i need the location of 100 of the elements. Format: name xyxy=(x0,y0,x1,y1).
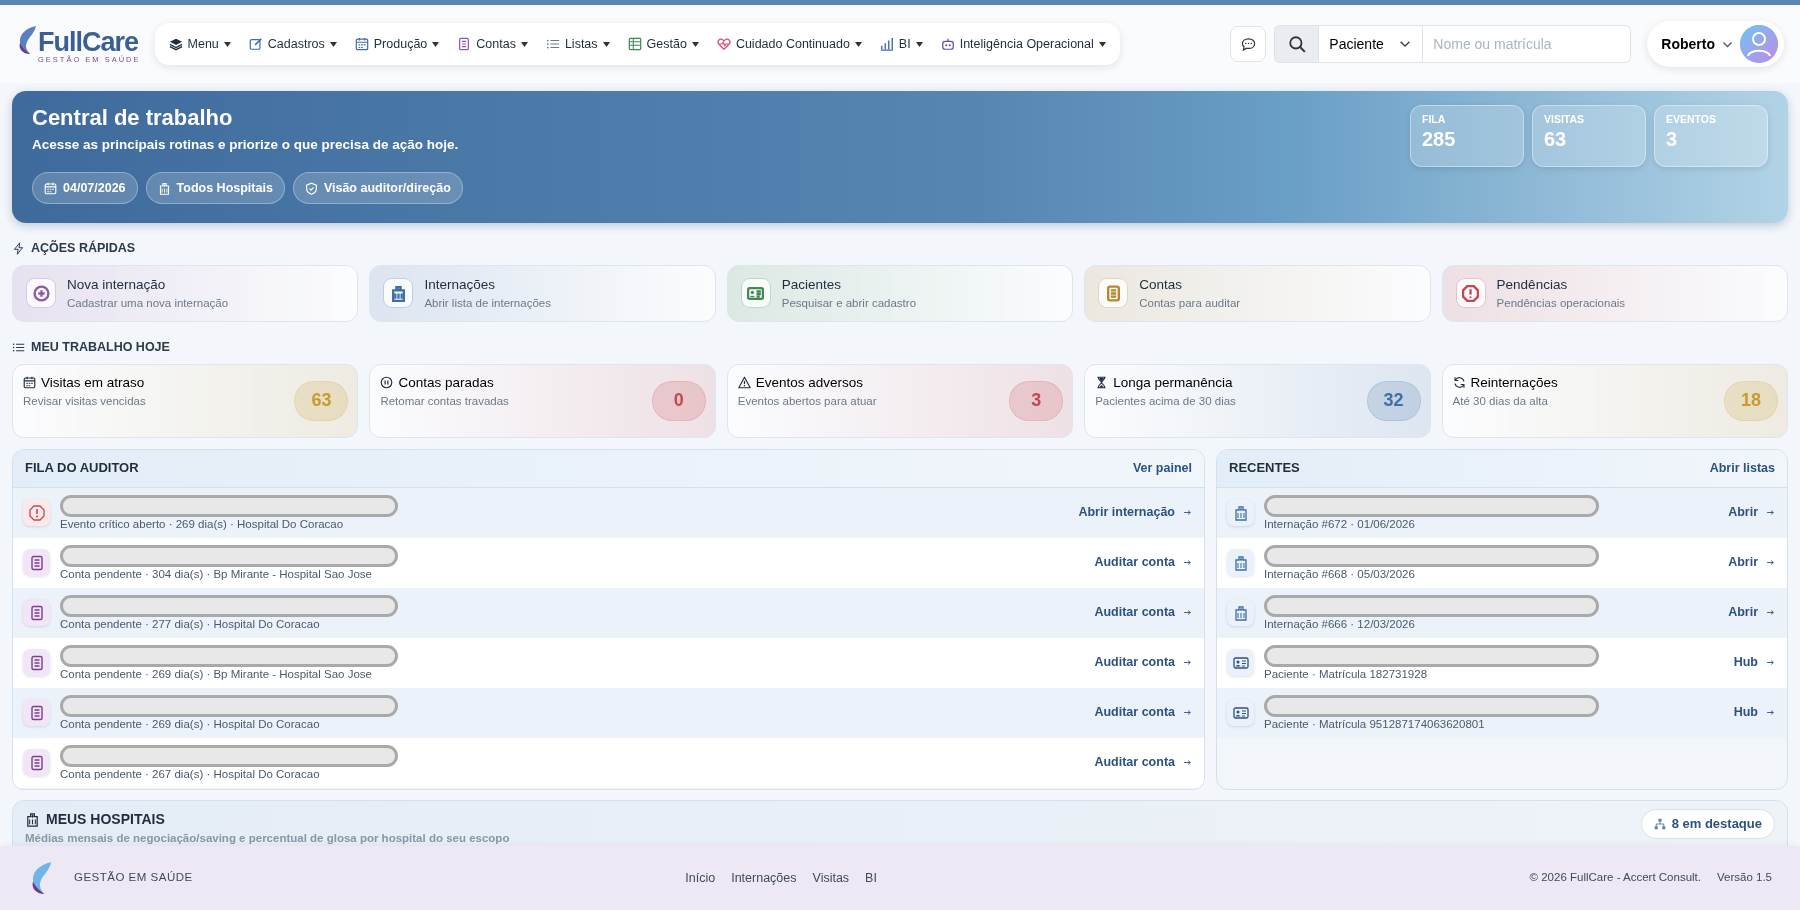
chat-button[interactable] xyxy=(1230,26,1267,62)
row-action-link[interactable]: Abrir xyxy=(1728,553,1775,572)
search-button[interactable] xyxy=(1274,25,1319,63)
list-row[interactable]: Conta pendente · 269 dia(s) · Bp Mirante - Hospital Sao Jose Auditar conta xyxy=(13,637,1204,688)
hourglass-icon xyxy=(1095,376,1109,390)
work-title: Eventos adversos xyxy=(755,373,864,392)
count-badge: 32 xyxy=(1367,381,1420,420)
search-field[interactable]: Nome ou matrícula xyxy=(1423,25,1632,63)
panel-link[interactable]: Ver painel xyxy=(1132,458,1192,478)
arrow-right-icon xyxy=(1183,658,1192,667)
row-subtitle: Evento crítico aberto · 269 dia(s) · Hospital Do Coracao xyxy=(60,517,345,531)
row-action-link[interactable]: Abrir internação xyxy=(1078,503,1192,522)
count-badge: 3 xyxy=(1010,381,1063,420)
panel-title: FILA DO AUDITOR xyxy=(25,459,139,478)
caret-icon xyxy=(915,41,923,47)
row-action-link[interactable]: Abrir xyxy=(1728,603,1775,622)
spreadsheet-icon xyxy=(627,37,642,51)
search-scope-select[interactable]: Paciente xyxy=(1318,25,1424,63)
arrow-right-icon xyxy=(1183,558,1192,567)
chat-icon xyxy=(1240,36,1256,52)
list-row[interactable]: Paciente · Matrícula 951287174063620801 Hub xyxy=(1217,687,1787,738)
calendar-icon xyxy=(23,376,36,390)
quick-action-card[interactable]: Pendências Pendências operacionais xyxy=(1441,264,1788,322)
filter-chip[interactable]: Todos Hospitais xyxy=(145,171,285,205)
calendar-icon xyxy=(354,37,369,51)
shield-check-icon xyxy=(304,181,318,195)
row-subtitle: Conta pendente · 267 dia(s) · Hospital Do Coracao xyxy=(60,767,321,781)
row-action-link[interactable]: Abrir xyxy=(1728,503,1775,522)
footer-link[interactable]: Início xyxy=(685,868,716,888)
id-card-icon xyxy=(1232,654,1249,671)
list-icon xyxy=(12,340,25,354)
work-subtitle: Revisar visitas vencidas xyxy=(23,393,146,409)
list-row[interactable]: Paciente · Matrícula 182731928 Hub xyxy=(1217,637,1787,688)
menu-item[interactable]: Cuidado Continuado xyxy=(716,30,862,58)
row-action-link[interactable]: Auditar conta xyxy=(1094,603,1192,622)
quick-action-card[interactable]: Contas Contas para auditar xyxy=(1084,264,1431,322)
quick-action-card[interactable]: Internações Abrir lista de internações xyxy=(369,264,716,322)
arrow-right-icon xyxy=(1183,608,1192,617)
document-icon xyxy=(28,604,45,621)
row-action-link[interactable]: Auditar conta xyxy=(1094,753,1192,772)
menu-item[interactable]: Gestão xyxy=(627,30,699,58)
row-action-link[interactable]: Hub xyxy=(1733,653,1775,672)
menu-item[interactable]: Listas xyxy=(545,30,610,58)
work-card[interactable]: Visitas em atraso Revisar visitas vencidas 63 xyxy=(12,363,359,438)
list-row[interactable]: Internação #666 · 12/03/2026 Abrir xyxy=(1217,587,1787,638)
row-action-link[interactable]: Auditar conta xyxy=(1094,653,1192,672)
alert-octagon-icon xyxy=(28,504,45,521)
row-action-link[interactable]: Hub xyxy=(1733,703,1775,722)
robot-icon xyxy=(940,37,955,51)
stat-label: FILA xyxy=(1422,112,1447,127)
logo[interactable]: FullCare xyxy=(16,24,141,56)
page-title: Central de trabalho xyxy=(32,105,234,132)
highlight-badge[interactable]: 8 em destaque xyxy=(1640,808,1775,839)
caret-icon xyxy=(329,41,337,47)
arrow-right-icon xyxy=(1766,508,1775,517)
row-subtitle: Conta pendente · 269 dia(s) · Hospital Do Coracao xyxy=(60,717,321,731)
work-subtitle: Retomar contas travadas xyxy=(380,393,509,409)
list-row[interactable]: Conta pendente · 277 dia(s) · Hospital Do Coracao Auditar conta xyxy=(13,587,1204,638)
search-icon xyxy=(1287,35,1306,53)
menu-item[interactable]: BI xyxy=(879,30,923,58)
menu-item[interactable]: Produção xyxy=(354,30,440,58)
list-row[interactable]: Conta pendente · 304 dia(s) · Bp Mirante - Hospital Sao Jose Auditar conta xyxy=(13,537,1204,588)
work-title: Visitas em atraso xyxy=(41,373,145,392)
work-subtitle: Eventos abertos para atuar xyxy=(737,393,877,409)
hierarchy-icon xyxy=(1653,817,1666,830)
menu-item[interactable]: Inteligência Operacional xyxy=(940,30,1106,58)
bar-chart-icon xyxy=(879,37,894,51)
list-row[interactable]: Internação #672 · 01/06/2026 Abrir xyxy=(1217,487,1787,538)
menu-item[interactable]: Menu xyxy=(168,30,231,58)
count-badge: 63 xyxy=(295,381,348,420)
menu-item[interactable]: Cadastros xyxy=(248,30,337,58)
footer-link[interactable]: Internações xyxy=(731,868,797,888)
quick-action-card[interactable]: Nova internação Cadastrar uma nova internação xyxy=(12,264,359,322)
work-card[interactable]: Reinternações Até 30 dias da alta 18 xyxy=(1441,363,1788,438)
filter-chip[interactable]: 04/07/2026 xyxy=(32,171,138,205)
footer-link[interactable]: Visitas xyxy=(812,868,850,888)
list-row[interactable]: Internação #668 · 05/03/2026 Abrir xyxy=(1217,537,1787,588)
work-card[interactable]: Longa permanência Pacientes acima de 30 dias 32 xyxy=(1084,363,1431,438)
footer-link[interactable]: BI xyxy=(865,868,877,888)
row-action-link[interactable]: Auditar conta xyxy=(1094,553,1192,572)
menu-item[interactable]: Contas xyxy=(457,30,528,58)
list-row[interactable]: Evento crítico aberto · 269 dia(s) · Hospital Do Coracao Abrir internação xyxy=(13,487,1204,538)
row-action-link[interactable]: Auditar conta xyxy=(1094,703,1192,722)
panel-link[interactable]: Abrir listas xyxy=(1709,458,1775,478)
version-label: Versão 1.5 xyxy=(1717,870,1772,886)
row-subtitle: Conta pendente · 277 dia(s) · Hospital Do Coracao xyxy=(60,617,321,631)
list-row[interactable]: Conta pendente · 269 dia(s) · Hospital Do Coracao Auditar conta xyxy=(13,687,1204,738)
footer-tagline: GESTÃO EM SAÚDE xyxy=(74,870,193,886)
work-card[interactable]: Contas paradas Retomar contas travadas 0 xyxy=(369,363,716,438)
heart-pulse-icon xyxy=(716,37,731,51)
user-menu[interactable]: Roberto xyxy=(1647,21,1784,67)
row-subtitle: Conta pendente · 304 dia(s) · Bp Mirante - Hospital Sao Jose xyxy=(60,567,373,581)
warning-icon xyxy=(737,376,751,390)
work-card[interactable]: Eventos adversos Eventos abertos para atuar 3 xyxy=(726,363,1074,438)
arrow-right-icon xyxy=(1183,708,1192,717)
quick-action-card[interactable]: Pacientes Pesquisar e abrir cadastro xyxy=(726,264,1074,322)
list-row[interactable]: Conta pendente · 267 dia(s) · Hospital Do Coracao Auditar conta xyxy=(13,737,1204,788)
panel-title: MEUS HOSPITAIS xyxy=(46,809,165,829)
calendar-icon xyxy=(44,181,57,195)
caret-icon xyxy=(691,41,699,47)
